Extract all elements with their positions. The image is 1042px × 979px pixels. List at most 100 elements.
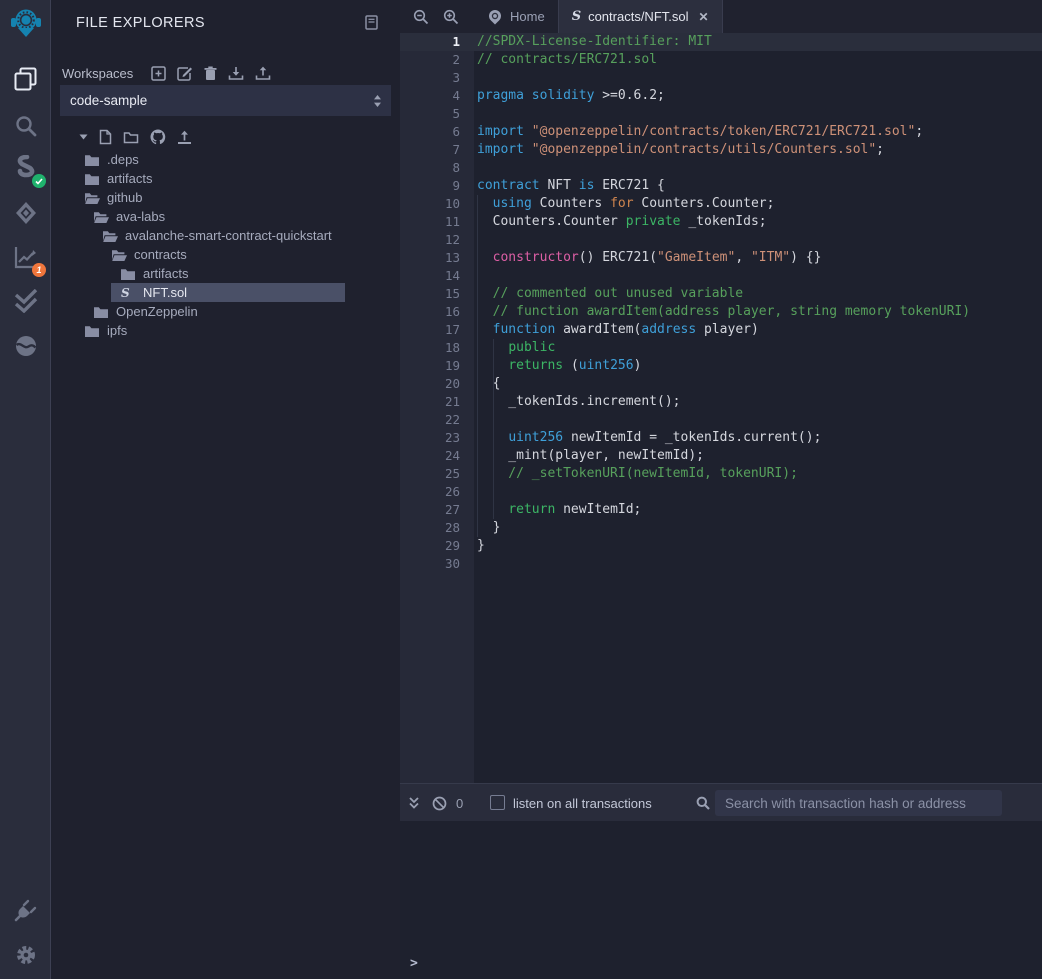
tab-contracts-nft-sol[interactable]: S contracts/NFT.sol ✕ — [558, 0, 723, 33]
code-text: using Counters for Counters.Counter; — [474, 195, 774, 213]
github-icon — [150, 129, 166, 145]
new-folder-button[interactable] — [123, 130, 139, 144]
sidebar-item-plugin-circle[interactable] — [0, 330, 51, 362]
tree-item-contracts[interactable]: contracts — [52, 245, 400, 264]
editor-region: Home S contracts/NFT.sol ✕ 1//SPDX-Licen… — [400, 0, 1042, 979]
file-tree: .deps artifacts githubava-labs avalanche-sm… — [52, 150, 400, 340]
code-line-6: 6import "@openzeppelin/contracts/token/E… — [400, 123, 1042, 141]
new-file-button[interactable] — [99, 129, 112, 145]
file-tree-toolbar — [79, 129, 203, 145]
double-chevron-down-icon — [408, 796, 420, 810]
code-line-16: 16 // function awardItem(address player,… — [400, 303, 1042, 321]
download-workspaces-button[interactable] — [228, 66, 244, 81]
sidebar-item-deploy-run[interactable] — [0, 197, 51, 229]
code-line-22: 22 — [400, 411, 1042, 429]
close-tab-icon[interactable]: ✕ — [699, 10, 709, 24]
select-arrows-icon — [373, 94, 391, 108]
line-number: 18 — [400, 339, 474, 357]
line-number: 25 — [400, 465, 474, 483]
code-text: // function awardItem(address player, st… — [474, 303, 970, 321]
line-number: 13 — [400, 249, 474, 267]
sidebar-item-settings[interactable] — [0, 939, 51, 971]
double-check-icon — [13, 289, 39, 313]
line-number: 23 — [400, 429, 474, 447]
tree-item-nft-sol[interactable]: S NFT.sol — [52, 283, 400, 302]
delete-workspace-button[interactable] — [204, 66, 217, 81]
code-line-5: 5 — [400, 105, 1042, 123]
workspaces-label: Workspaces — [62, 66, 133, 81]
code-line-7: 7import "@openzeppelin/contracts/utils/C… — [400, 141, 1042, 159]
publish-to-gist-button[interactable] — [177, 130, 192, 145]
listen-transactions-checkbox[interactable] — [490, 795, 505, 810]
code-line-28: 28 } — [400, 519, 1042, 537]
code-line-12: 12 — [400, 231, 1042, 249]
sidebar-item-file-explorer[interactable] — [0, 63, 51, 95]
code-line-4: 4pragma solidity >=0.6.2; — [400, 87, 1042, 105]
plus-square-icon — [151, 66, 166, 81]
line-number: 28 — [400, 519, 474, 537]
tree-item-label: contracts — [134, 247, 187, 262]
line-number: 8 — [400, 159, 474, 177]
tree-item-artifacts[interactable]: artifacts — [52, 169, 400, 188]
create-workspace-button[interactable] — [151, 66, 166, 81]
tree-item--deps[interactable]: .deps — [52, 150, 400, 169]
workspace-select[interactable]: code-sample — [60, 85, 391, 116]
tree-item-ava-labs[interactable]: ava-labs — [52, 207, 400, 226]
pending-tx-count: 0 — [456, 784, 463, 822]
zoom-in-button[interactable] — [436, 0, 466, 33]
sidebar-item-search[interactable] — [0, 110, 51, 142]
file-explorer-icon — [14, 67, 37, 91]
zoom-out-button[interactable] — [406, 0, 436, 33]
solidity-file-icon: S — [121, 287, 137, 299]
tree-item-openzeppelin[interactable]: OpenZeppelin — [52, 302, 400, 321]
code-line-29: 29} — [400, 537, 1042, 555]
remix-home-icon — [487, 9, 503, 25]
tree-item-label: avalanche-smart-contract-quickstart — [125, 228, 332, 243]
tree-item-ipfs[interactable]: ipfs — [52, 321, 400, 340]
chevron-down-icon — [79, 134, 88, 140]
workspaces-toolbar: Workspaces — [62, 64, 282, 82]
tree-item-avalanche-smart-contract-quickstart[interactable]: avalanche-smart-contract-quickstart — [52, 226, 400, 245]
code-text: //SPDX-License-Identifier: MIT — [474, 33, 712, 51]
remix-logo-icon — [10, 7, 42, 40]
code-text: function awardItem(address player) — [474, 321, 759, 339]
rename-workspace-button[interactable] — [177, 66, 193, 81]
collapse-tree-button[interactable] — [79, 134, 88, 140]
folder-closed-icon — [85, 325, 101, 337]
line-number: 3 — [400, 69, 474, 87]
code-line-19: 19 returns (uint256) — [400, 357, 1042, 375]
code-text: contract NFT is ERC721 { — [474, 177, 665, 195]
restore-workspaces-button[interactable] — [255, 66, 271, 81]
sidebar-item-solidity-compiler[interactable] — [0, 153, 51, 185]
new-file-icon — [99, 129, 112, 145]
tree-item-github[interactable]: github — [52, 188, 400, 207]
terminal-console[interactable]: > — [400, 821, 1042, 979]
code-line-15: 15 // commented out unused variable — [400, 285, 1042, 303]
zoom-in-icon — [443, 9, 459, 25]
plug-icon — [14, 899, 38, 923]
listen-transactions-label[interactable]: listen on all transactions — [513, 784, 652, 822]
tree-item-artifacts[interactable]: artifacts — [52, 264, 400, 283]
sidebar-item-unit-testing[interactable] — [0, 285, 51, 317]
line-number: 11 — [400, 213, 474, 231]
expand-terminal-button[interactable] — [408, 784, 420, 822]
code-text — [474, 555, 477, 573]
panel-menu-button[interactable] — [365, 15, 378, 35]
line-number: 1 — [400, 33, 474, 51]
terminal-search-input[interactable] — [715, 790, 1002, 816]
clear-console-button[interactable] — [432, 784, 447, 822]
tree-item-label: artifacts — [107, 171, 153, 186]
remix-logo[interactable] — [0, 5, 51, 41]
code-editor[interactable]: 1//SPDX-License-Identifier: MIT2// contr… — [400, 33, 1042, 783]
tab-home[interactable]: Home — [474, 0, 558, 33]
code-line-24: 24 _mint(player, newItemId); — [400, 447, 1042, 465]
sidebar-item-plugin-manager[interactable] — [0, 895, 51, 927]
line-number: 17 — [400, 321, 474, 339]
sidebar-item-analysis[interactable]: 1 — [0, 241, 51, 273]
clone-github-button[interactable] — [150, 129, 166, 145]
code-text: import "@openzeppelin/contracts/utils/Co… — [474, 141, 884, 159]
line-number: 24 — [400, 447, 474, 465]
tree-item-label: NFT.sol — [143, 285, 187, 300]
panel-title: FILE EXPLORERS — [76, 15, 205, 31]
code-line-17: 17 function awardItem(address player) — [400, 321, 1042, 339]
